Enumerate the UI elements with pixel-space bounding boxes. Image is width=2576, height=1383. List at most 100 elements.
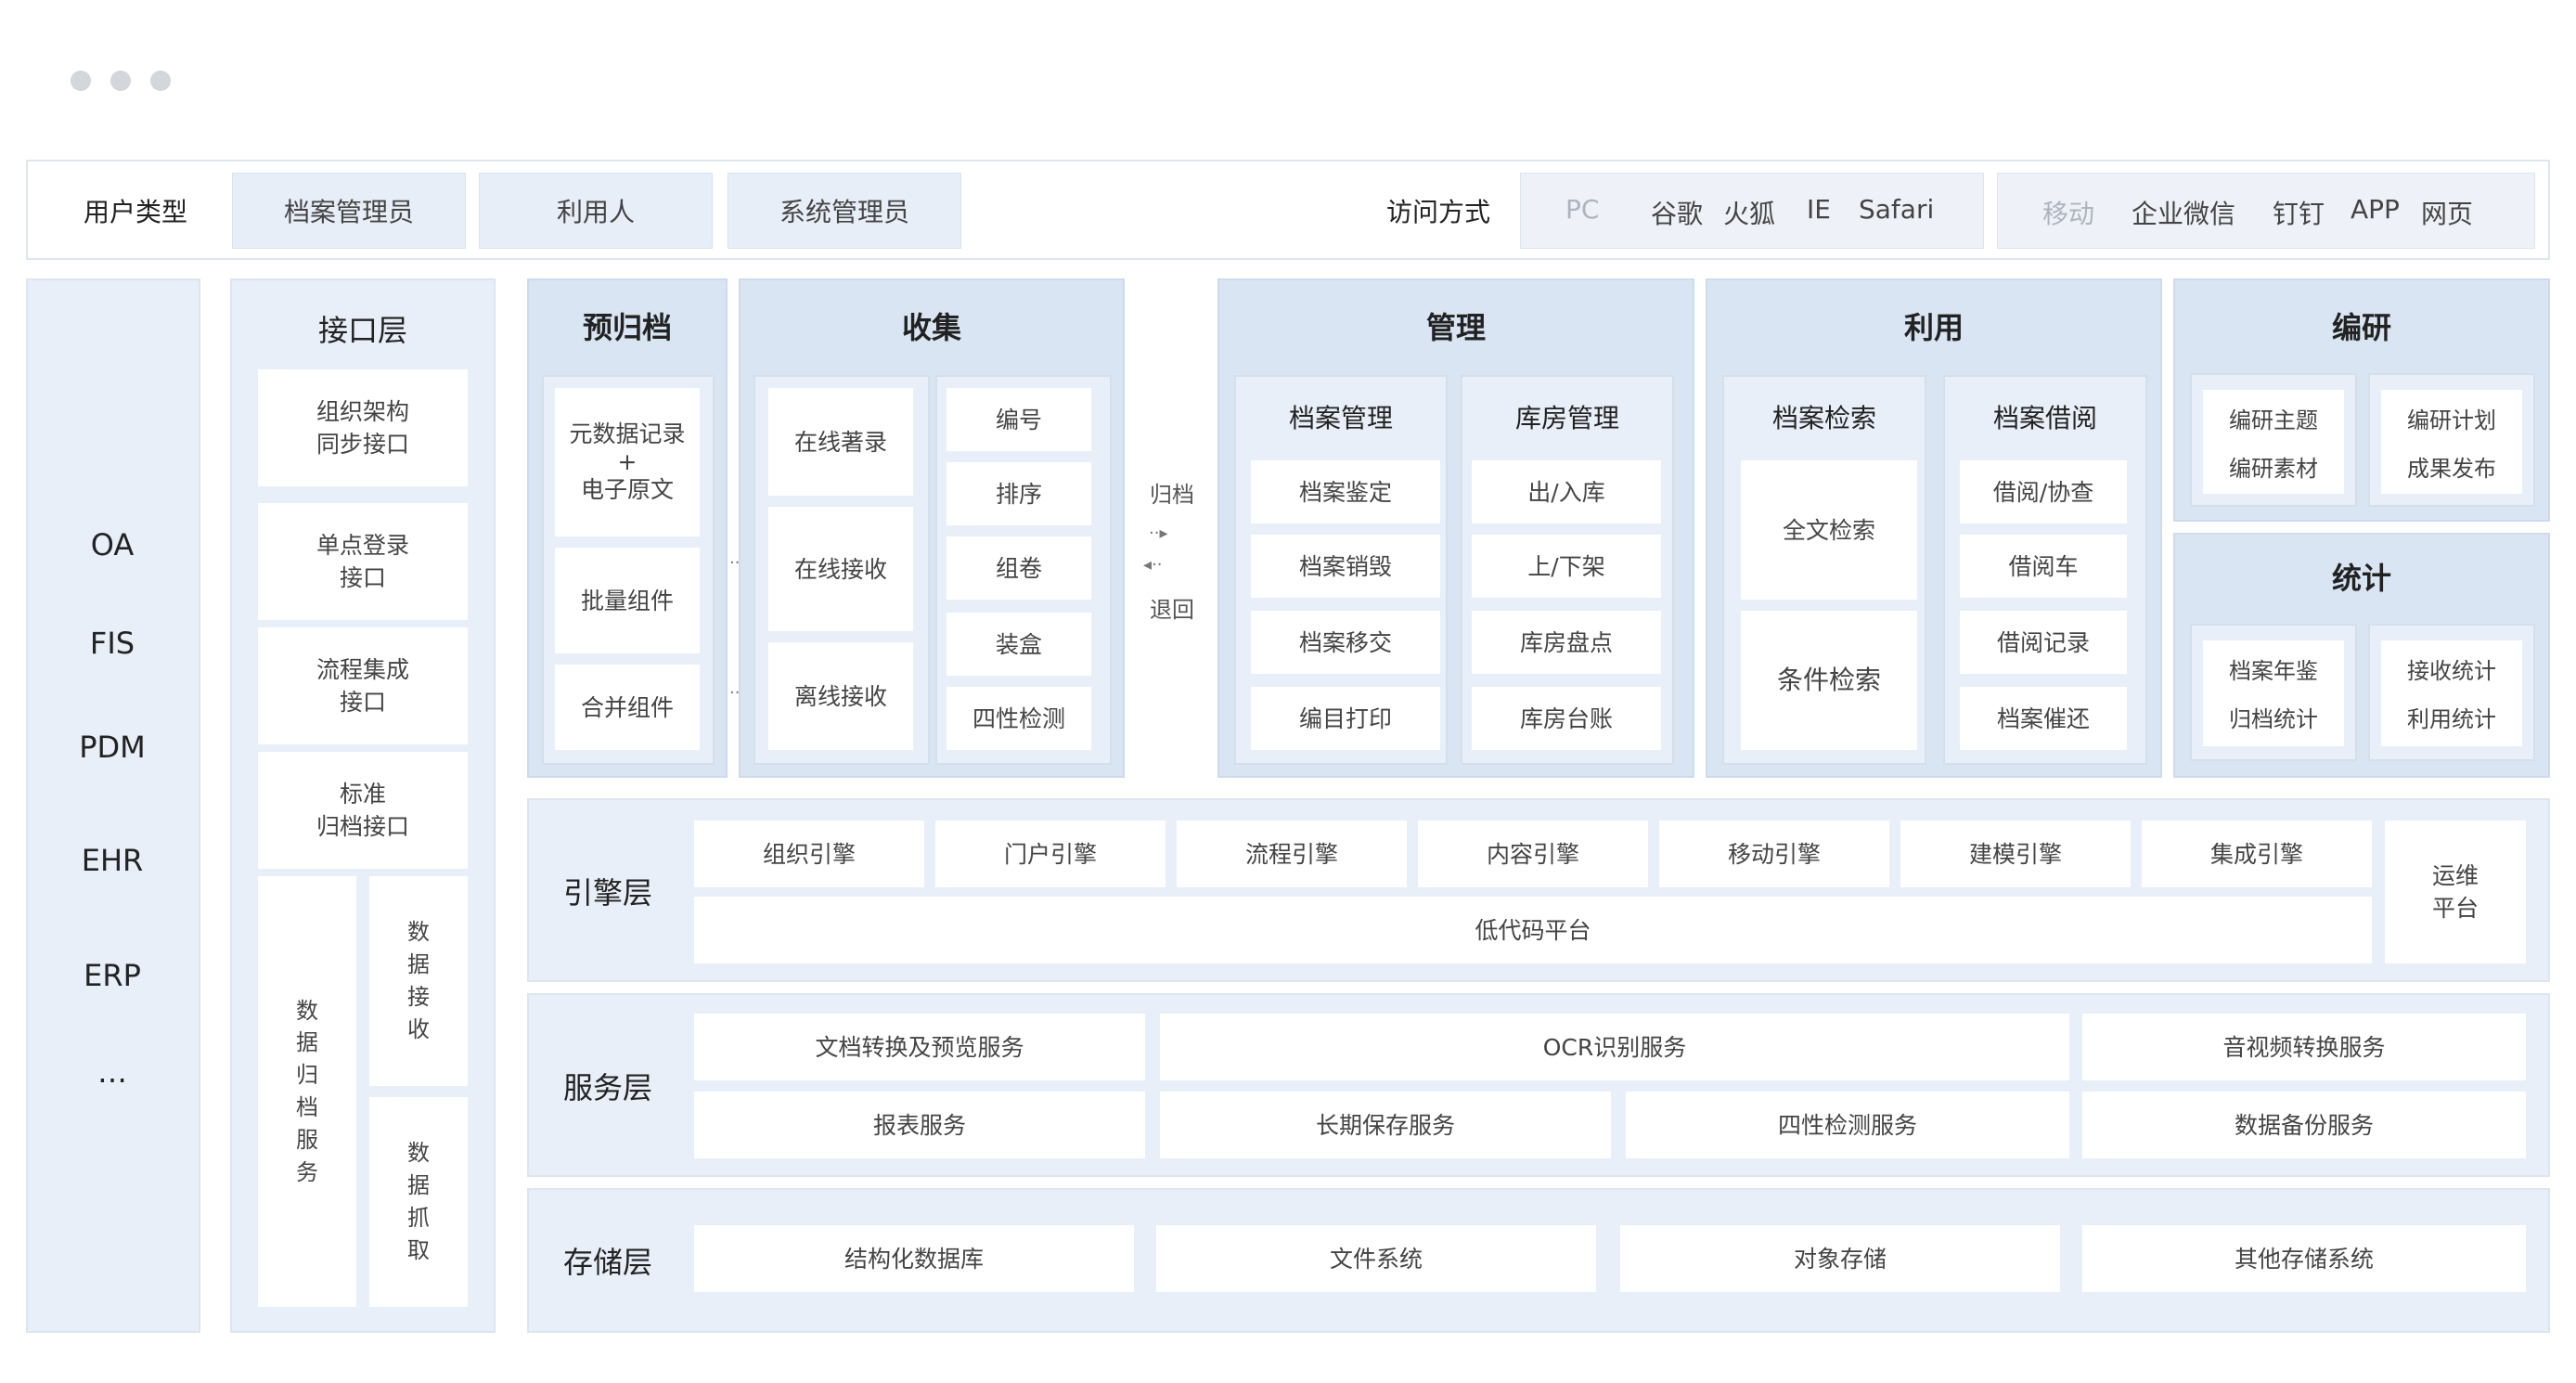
interface-sso: 单点登录 接口 bbox=[258, 503, 468, 620]
research-publish: 成果发布 bbox=[2381, 446, 2522, 492]
research-title: 编研 bbox=[2331, 310, 2391, 345]
access-pc-title: PC bbox=[1565, 194, 1600, 225]
service-four-checks: 四性检测服务 bbox=[1626, 1092, 2069, 1158]
system-fis: FIS bbox=[89, 626, 135, 661]
use-search-title: 档案检索 bbox=[1771, 403, 1876, 433]
engine-modeling: 建模引擎 bbox=[1900, 821, 2131, 887]
access-mobile-item: APP bbox=[2351, 194, 2400, 225]
borrow-cart: 借阅车 bbox=[1960, 535, 2127, 598]
window-dot-1 bbox=[71, 71, 91, 91]
pre-archive-merge: 合并组件 bbox=[555, 665, 700, 750]
stats-archive: 归档统计 bbox=[2203, 696, 2344, 743]
collect-sorting: 排序 bbox=[947, 462, 1091, 525]
research-material: 编研素材 bbox=[2203, 446, 2344, 492]
stats-yearbook: 档案年鉴 bbox=[2203, 648, 2344, 694]
manage-catalog-print: 编目打印 bbox=[1251, 687, 1440, 750]
service-long-term: 长期保存服务 bbox=[1160, 1092, 1611, 1158]
access-pc-group: PC 谷歌 火狐 IE Safari bbox=[1520, 173, 1984, 249]
interface-org-sync: 组织架构 同步接口 bbox=[258, 369, 468, 486]
access-pc-item: Safari bbox=[1859, 194, 1935, 225]
access-pc-item: 谷歌 bbox=[1651, 199, 1704, 229]
use-fulltext-search: 全文检索 bbox=[1741, 460, 1917, 600]
collect-title: 收集 bbox=[901, 310, 961, 345]
borrow-assist: 借阅/协查 bbox=[1960, 460, 2127, 523]
engine-content: 内容引擎 bbox=[1418, 821, 1648, 887]
user-type-user: 利用人 bbox=[479, 173, 713, 249]
service-backup: 数据备份服务 bbox=[2082, 1092, 2526, 1158]
stats-receive: 接收统计 bbox=[2381, 648, 2522, 694]
storage-file-system: 文件系统 bbox=[1156, 1225, 1596, 1292]
engine-mobile: 移动引擎 bbox=[1659, 821, 1889, 887]
flow-return-label: 退回 bbox=[1150, 596, 1194, 623]
arrow-left-icon: ◂·· bbox=[1143, 555, 1163, 575]
access-pc-item: IE bbox=[1807, 194, 1831, 225]
interface-workflow: 流程集成 接口 bbox=[258, 627, 468, 744]
user-type-label: 用户类型 bbox=[83, 197, 187, 227]
service-ocr: OCR识别服务 bbox=[1160, 1014, 2069, 1080]
use-borrow-title: 档案借阅 bbox=[1992, 403, 2097, 433]
arrow-right-icon: ··▸ bbox=[1149, 523, 1168, 543]
engine-layer-title: 引擎层 bbox=[562, 875, 652, 911]
data-capture: 数据抓取 bbox=[369, 1097, 468, 1307]
window-dot-3 bbox=[150, 71, 171, 91]
access-mobile-group: 移动 企业微信 钉钉 APP 网页 bbox=[1997, 173, 2535, 249]
pre-archive-metadata: 元数据记录 + 电子原文 bbox=[555, 388, 700, 536]
research-topic: 编研主题 bbox=[2203, 397, 2344, 444]
data-receive: 数据接收 bbox=[369, 876, 468, 1086]
data-archive-service: 数据归档服务 bbox=[258, 876, 356, 1307]
system-erp: ERP bbox=[84, 958, 141, 993]
storage-other: 其他存储系统 bbox=[2082, 1225, 2526, 1292]
borrow-records: 借阅记录 bbox=[1960, 611, 2127, 674]
service-layer-title: 服务层 bbox=[562, 1070, 652, 1105]
system-pdm: PDM bbox=[79, 730, 146, 765]
collect-online-catalog: 在线著录 bbox=[768, 388, 913, 496]
pre-archive-batch: 批量组件 bbox=[555, 548, 700, 653]
lowcode-platform: 低代码平台 bbox=[694, 897, 2372, 963]
pre-archive-title: 预归档 bbox=[582, 310, 672, 345]
warehouse-inventory: 库房盘点 bbox=[1472, 611, 1661, 674]
collect-numbering: 编号 bbox=[947, 388, 1091, 451]
collect-online-receive: 在线接收 bbox=[768, 507, 913, 631]
service-doc-convert: 文档转换及预览服务 bbox=[694, 1014, 1145, 1080]
access-mobile-item: 企业微信 bbox=[2132, 199, 2236, 229]
manage-transfer: 档案移交 bbox=[1251, 611, 1440, 674]
storage-structured-db: 结构化数据库 bbox=[694, 1225, 1134, 1292]
manage-title: 管理 bbox=[1425, 310, 1486, 345]
service-av-convert: 音视频转换服务 bbox=[2082, 1014, 2526, 1080]
data-receive-label: 数据接收 bbox=[407, 919, 430, 1042]
warehouse-in-out: 出/入库 bbox=[1472, 460, 1661, 523]
user-type-system-admin: 系统管理员 bbox=[728, 173, 961, 249]
collect-volume: 组卷 bbox=[947, 536, 1091, 600]
stats-use: 利用统计 bbox=[2381, 696, 2522, 743]
flow-archive-label: 归档 bbox=[1150, 481, 1194, 508]
access-mobile-item: 网页 bbox=[2421, 199, 2474, 229]
access-mobile-title: 移动 bbox=[2042, 199, 2095, 229]
use-condition-search: 条件检索 bbox=[1741, 611, 1917, 750]
external-systems-column bbox=[26, 278, 200, 1333]
storage-layer-title: 存储层 bbox=[562, 1245, 652, 1280]
access-mobile-item: 钉钉 bbox=[2273, 199, 2325, 229]
engine-org: 组织引擎 bbox=[694, 821, 924, 887]
interface-layer-title: 接口层 bbox=[317, 313, 407, 348]
manage-archive-title: 档案管理 bbox=[1288, 403, 1393, 433]
ops-platform: 运维 平台 bbox=[2385, 821, 2526, 963]
research-plan: 编研计划 bbox=[2381, 397, 2522, 444]
use-title: 利用 bbox=[1903, 310, 1964, 345]
system-more: … bbox=[97, 1054, 127, 1090]
system-ehr: EHR bbox=[81, 843, 144, 878]
system-oa: OA bbox=[90, 527, 135, 562]
engine-workflow: 流程引擎 bbox=[1177, 821, 1407, 887]
warehouse-ledger: 库房台账 bbox=[1472, 687, 1661, 750]
engine-integration: 集成引擎 bbox=[2142, 821, 2372, 887]
access-pc-item: 火狐 bbox=[1723, 199, 1776, 229]
manage-destroy: 档案销毁 bbox=[1251, 535, 1440, 598]
borrow-reminder: 档案催还 bbox=[1960, 687, 2127, 750]
stats-title: 统计 bbox=[2331, 561, 2391, 596]
interface-standard-archive: 标准 归档接口 bbox=[258, 752, 468, 869]
collect-boxing: 装盒 bbox=[947, 613, 1091, 676]
data-archive-service-label: 数据归档服务 bbox=[296, 997, 318, 1185]
collect-offline-receive: 离线接收 bbox=[768, 642, 913, 750]
data-capture-label: 数据抓取 bbox=[407, 1140, 430, 1263]
window-dot-2 bbox=[110, 71, 131, 91]
user-type-archive-admin: 档案管理员 bbox=[232, 173, 466, 249]
